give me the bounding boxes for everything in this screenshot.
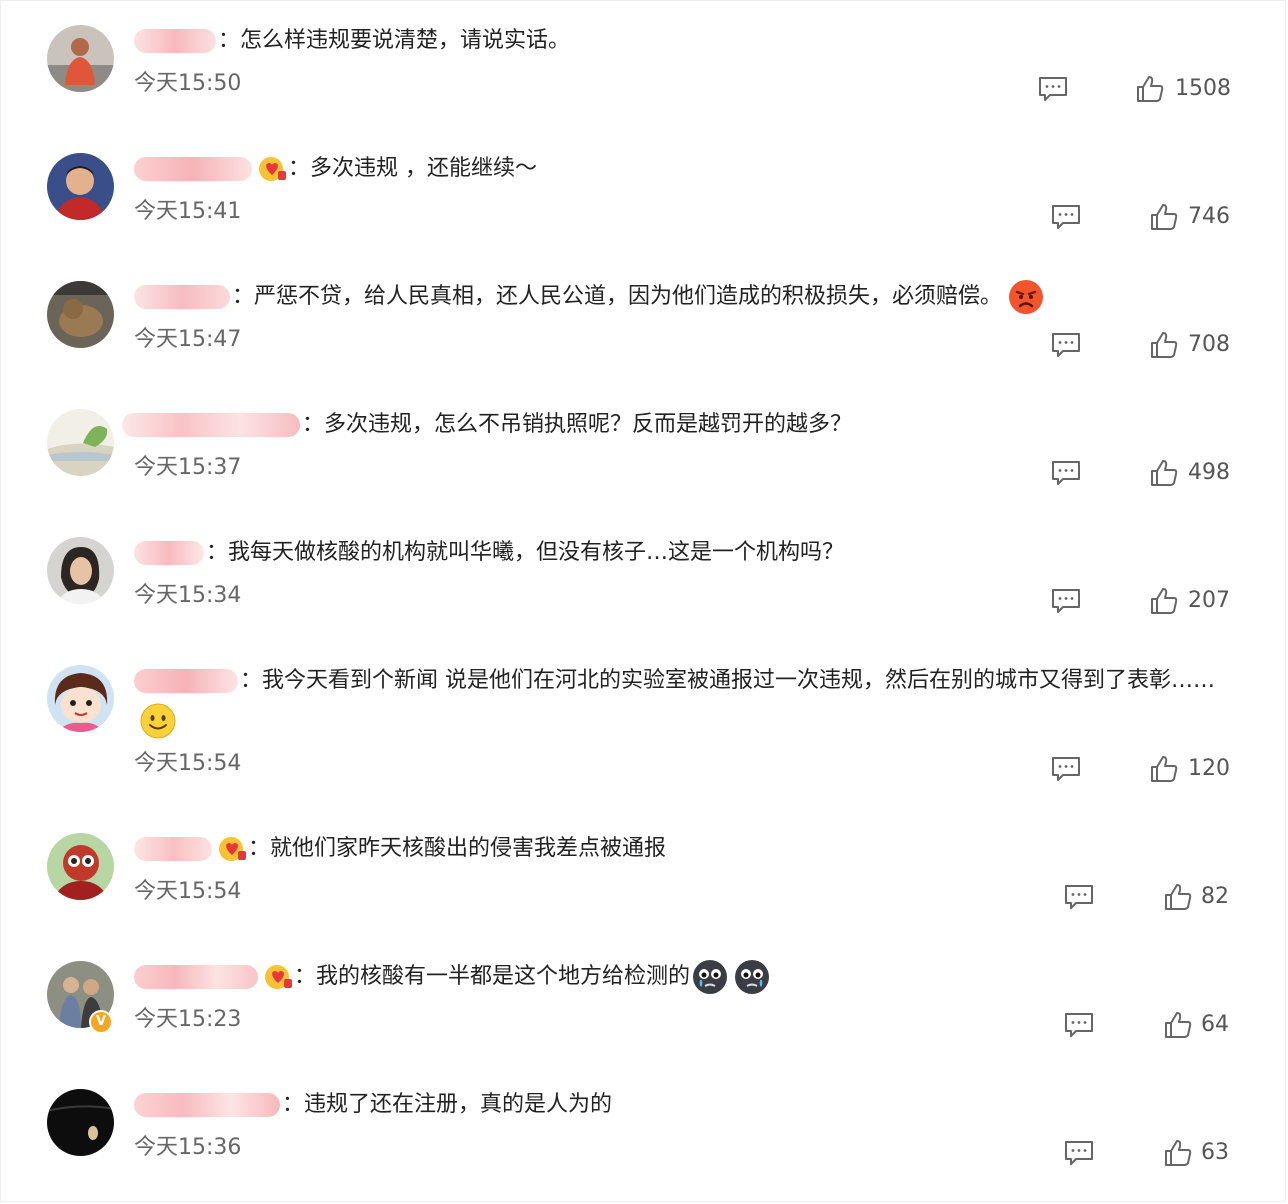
- username-blurred[interactable]: [134, 837, 212, 861]
- comment-list: ：怎么样违规要说清楚，请说实话。 今天15:50 1508 ：多次违规 ，还能继…: [0, 0, 1286, 1202]
- verified-badge-icon: V: [89, 1010, 113, 1034]
- animal-avatar-icon[interactable]: [47, 281, 114, 348]
- comment-text: ：违规了还在注册，真的是人为的: [282, 1092, 613, 1117]
- fan-heart-badge-icon: [265, 965, 292, 989]
- comment-bubble-icon[interactable]: [1064, 1140, 1094, 1166]
- comment-line: ：多次违规，怎么不吊销执照呢？反而是越罚开的越多？: [122, 405, 1239, 445]
- fan-heart-badge-icon: [259, 157, 286, 181]
- thumbs-up-icon[interactable]: [1136, 75, 1164, 103]
- timestamp: 今天15:36: [134, 1135, 242, 1160]
- like-count: 64: [1201, 1012, 1229, 1037]
- smile-face-emoji-icon: [140, 703, 176, 739]
- comment-text: ：就他们家昨天核酸出的侵害我差点被通报: [248, 836, 667, 861]
- comment-bubble-icon[interactable]: [1038, 76, 1068, 102]
- comment-text: ：多次违规，怎么不吊销执照呢？反而是越罚开的越多？: [302, 412, 853, 437]
- comment-line: ：我的核酸有一半都是这个地方给检测的: [134, 957, 1239, 997]
- username-blurred[interactable]: [122, 413, 300, 437]
- thumbs-up-icon[interactable]: [1150, 755, 1178, 783]
- like-count: 82: [1201, 884, 1229, 909]
- comment-bubble-icon[interactable]: [1064, 884, 1094, 910]
- comment-bubble-icon[interactable]: [1051, 332, 1081, 358]
- like-count: 746: [1188, 204, 1230, 229]
- username-blurred[interactable]: [134, 29, 216, 53]
- timestamp: 今天15:41: [134, 199, 242, 224]
- like-count: 498: [1188, 460, 1230, 485]
- comment-line: ：严惩不贷，给人民真相，还人民公道，因为他们造成的积极损失，必须赔偿。: [134, 277, 1239, 317]
- comment-bubble-icon[interactable]: [1064, 1012, 1094, 1038]
- comment-line: ：违规了还在注册，真的是人为的: [134, 1085, 1239, 1125]
- comment-bubble-icon[interactable]: [1051, 588, 1081, 614]
- comment-text: ：我今天看到个新闻 说是他们在河北的实验室被通报过一次违规，然后在别的城市又得到…: [240, 668, 1215, 693]
- cartoon-girl-avatar-icon[interactable]: [47, 665, 114, 732]
- username-blurred[interactable]: [134, 669, 238, 693]
- like-count: 63: [1201, 1140, 1229, 1165]
- dark-night-avatar-icon[interactable]: [47, 1089, 114, 1156]
- comment-bubble-icon[interactable]: [1051, 204, 1081, 230]
- comment-text: ：我每天做核酸的机构就叫华曦，但没有核子…这是一个机构吗？: [206, 540, 845, 565]
- like-count: 207: [1188, 588, 1230, 613]
- like-count: 1508: [1175, 76, 1231, 101]
- comment-line: ：我每天做核酸的机构就叫华曦，但没有核子…这是一个机构吗？: [134, 533, 1239, 573]
- timestamp: 今天15:34: [134, 583, 242, 608]
- like-count: 708: [1188, 332, 1230, 357]
- username-blurred[interactable]: [134, 285, 230, 309]
- like-count: 120: [1188, 756, 1230, 781]
- timestamp: 今天15:37: [134, 455, 242, 480]
- woman-portrait-avatar-icon[interactable]: [47, 537, 114, 604]
- username-blurred[interactable]: [134, 1093, 280, 1117]
- person-outdoor-avatar-icon[interactable]: [47, 25, 114, 92]
- thumbs-up-icon[interactable]: [1150, 203, 1178, 231]
- man-portrait-avatar-icon[interactable]: [47, 153, 114, 220]
- comment-line: ：我今天看到个新闻 说是他们在河北的实验室被通报过一次违规，然后在别的城市又得到…: [134, 661, 1241, 741]
- comment-text: ：多次违规 ，还能继续～: [288, 156, 537, 181]
- comment-text: ：我的核酸有一半都是这个地方给检测的: [294, 964, 691, 989]
- thumbs-up-icon[interactable]: [1150, 459, 1178, 487]
- comment-text: ：严惩不贷，给人民真相，还人民公道，因为他们造成的积极损失，必须赔偿。: [232, 284, 1003, 309]
- username-blurred[interactable]: [134, 157, 252, 181]
- angry-face-emoji-icon: [1009, 280, 1044, 314]
- thumbs-up-icon[interactable]: [1164, 883, 1192, 911]
- thumbs-up-icon[interactable]: [1164, 1139, 1192, 1167]
- crying-face-emoji-icon: [735, 960, 770, 994]
- timestamp: 今天15:54: [134, 879, 242, 904]
- comment-bubble-icon[interactable]: [1051, 756, 1081, 782]
- comment-line: ：就他们家昨天核酸出的侵害我差点被通报: [134, 829, 1239, 869]
- thumbs-up-icon[interactable]: [1164, 1011, 1192, 1039]
- username-blurred[interactable]: [134, 541, 204, 565]
- comment-bubble-icon[interactable]: [1051, 460, 1081, 486]
- crying-face-emoji-icon: [693, 960, 728, 994]
- fan-heart-badge-icon: [219, 837, 246, 861]
- thumbs-up-icon[interactable]: [1150, 587, 1178, 615]
- comment-line: ：多次违规 ，还能继续～: [134, 149, 1239, 189]
- comment-line: ：怎么样违规要说清楚，请说实话。: [134, 21, 1239, 61]
- timestamp: 今天15:47: [134, 327, 242, 352]
- comment-text: ：怎么样违规要说清楚，请说实话。: [218, 28, 571, 53]
- thumbs-up-icon[interactable]: [1150, 331, 1178, 359]
- timestamp: 今天15:23: [134, 1007, 242, 1032]
- timestamp: 今天15:50: [134, 71, 242, 96]
- cartoon-character-avatar-icon[interactable]: [47, 833, 114, 900]
- username-blurred[interactable]: [134, 965, 258, 989]
- landscape-avatar-icon[interactable]: [47, 409, 114, 476]
- timestamp: 今天15:54: [134, 751, 242, 776]
